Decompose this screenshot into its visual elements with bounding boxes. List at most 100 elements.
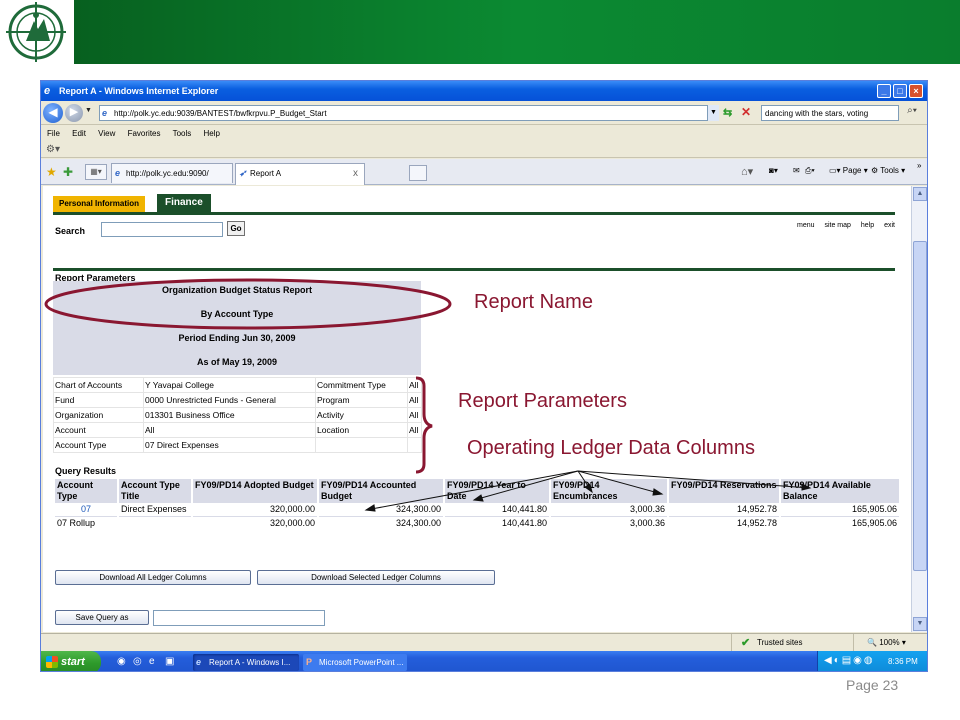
param-value-2: All (407, 422, 422, 438)
url-text: http://polk.yc.edu:9039/BANTEST/bwfkrpvu… (114, 109, 327, 118)
stop-icon[interactable]: ✕ (741, 105, 751, 119)
favorites-star-icon[interactable]: ★ (46, 165, 57, 179)
report-subtitle: By Account Type (200, 309, 274, 319)
quicklaunch-icon[interactable]: ◎ (133, 656, 142, 667)
system-tray: ◀◐▤◉◍ 8:36 PM (817, 651, 927, 671)
vertical-scrollbar[interactable]: ▲ ▼ (911, 186, 927, 632)
cell-account-type[interactable]: 07 (53, 503, 118, 517)
scroll-down-icon[interactable]: ▼ (913, 617, 927, 631)
search-value: dancing with the stars, voting (765, 109, 869, 118)
table-header-row: Account Type Account Type Title FY09/PD1… (53, 479, 899, 503)
param-label-2: Program (315, 392, 408, 408)
param-label-2: Activity (315, 407, 408, 423)
link-menu[interactable]: menu (797, 222, 815, 229)
cell-available: 165,905.06 (779, 516, 899, 530)
page-menu-label: Page (842, 166, 862, 175)
param-label: Organization (53, 407, 144, 423)
tab-report-a[interactable]: ➶ Report A x (235, 163, 365, 185)
link-help[interactable]: help (861, 222, 874, 229)
page-menu[interactable]: ▭▾ Page ▾ (829, 166, 868, 175)
mail-icon[interactable]: ✉ (793, 166, 800, 175)
download-all-button[interactable]: Download All Ledger Columns (55, 570, 251, 585)
menu-edit[interactable]: Edit (72, 129, 86, 138)
chevron-more-icon[interactable]: » (917, 161, 921, 170)
page-icon: ➶ (239, 168, 247, 178)
taskbar-item-powerpoint[interactable]: P Microsoft PowerPoint ... (303, 654, 407, 671)
param-value: All (143, 422, 316, 438)
new-tab-button[interactable] (409, 165, 427, 181)
tab-personal-information[interactable]: Personal Information (53, 196, 146, 212)
toolbar-options-icon[interactable]: ⚙▾ (46, 144, 60, 155)
save-query-button[interactable]: Save Query as (55, 610, 149, 625)
col-available-balance: FY09/PD14 Available Balance (779, 479, 899, 503)
account-type-link[interactable]: 07 (81, 504, 91, 514)
cell-rollup-label: 07 Rollup (53, 516, 118, 530)
quicklaunch-icon[interactable]: ◉ (117, 656, 126, 667)
menu-file[interactable]: File (47, 129, 60, 138)
param-value-2: All (407, 377, 422, 393)
url-dropdown-icon[interactable]: ▼ (707, 105, 719, 121)
close-window-button[interactable]: × (909, 84, 923, 98)
query-results-title: Query Results (55, 466, 117, 476)
minimize-button[interactable]: _ (877, 84, 891, 98)
param-row: Organization 013301 Business Office Acti… (53, 407, 422, 423)
taskbar-item-label: Microsoft PowerPoint ... (319, 658, 404, 667)
tools-menu[interactable]: ⚙ Tools ▾ (871, 166, 905, 175)
table-row-rollup: 07 Rollup 320,000.00 324,300.00 140,441.… (53, 516, 899, 530)
page-icon: e (115, 168, 121, 178)
quick-tabs-icon[interactable]: ▦▾ (85, 164, 107, 180)
table-row: 07 Direct Expenses 320,000.00 324,300.00… (53, 503, 899, 517)
start-button[interactable]: start (41, 651, 101, 671)
taskbar-item-report-a[interactable]: e Report A - Windows I... (193, 654, 299, 671)
history-dropdown-icon[interactable]: ▼ (85, 107, 92, 114)
url-input[interactable]: e http://polk.yc.edu:9039/BANTEST/bwfkrp… (99, 105, 719, 121)
param-value-2 (407, 437, 422, 453)
menu-help[interactable]: Help (204, 129, 220, 138)
cell-title: Direct Expenses (117, 503, 192, 517)
report-title: Organization Budget Status Report (161, 285, 312, 295)
status-divider (853, 634, 854, 652)
add-favorite-icon[interactable]: ✚ (63, 165, 73, 179)
cell-reservations: 14,952.78 (667, 503, 780, 517)
menu-tools[interactable]: Tools (173, 129, 192, 138)
link-site-map[interactable]: site map (824, 222, 850, 229)
home-icon[interactable]: ⌂▾ (741, 165, 753, 178)
ie-icon: e (44, 85, 51, 97)
forward-button[interactable]: ▶ (65, 104, 83, 122)
go-button[interactable]: Go (227, 221, 245, 236)
quicklaunch-ie-icon[interactable]: e (149, 656, 155, 667)
zoom-level[interactable]: 🔍 100% ▾ (867, 638, 906, 647)
col-accounted-budget: FY09/PD14 Accounted Budget (317, 479, 444, 503)
search-input[interactable]: dancing with the stars, voting (761, 105, 899, 121)
tray-icons[interactable]: ◀◐▤◉◍ (824, 655, 875, 666)
param-row: Account All Location All (53, 422, 422, 438)
tab-polk[interactable]: e http://polk.yc.edu:9090/ (111, 163, 233, 183)
link-exit[interactable]: exit (884, 222, 895, 229)
close-tab-icon[interactable]: x (353, 168, 358, 179)
col-year-to-date: FY09/PD14 Year to Date (443, 479, 550, 503)
download-selected-button[interactable]: Download Selected Ledger Columns (257, 570, 495, 585)
param-value: 013301 Business Office (143, 407, 316, 423)
page-search-input[interactable] (101, 222, 223, 237)
back-button[interactable]: ◀ (43, 103, 63, 123)
report-as-of: As of May 19, 2009 (196, 357, 278, 367)
tab-finance[interactable]: Finance (157, 194, 211, 212)
menu-favorites[interactable]: Favorites (128, 129, 161, 138)
feeds-icon[interactable]: ◙▾ (769, 166, 778, 175)
maximize-button[interactable]: □ (893, 84, 907, 98)
param-label: Account (53, 422, 144, 438)
window-titlebar: e Report A - Windows Internet Explorer _… (41, 81, 927, 101)
menu-view[interactable]: View (98, 129, 115, 138)
scroll-up-icon[interactable]: ▲ (913, 187, 927, 201)
annotation-ledger-columns: Operating Ledger Data Columns (467, 437, 755, 459)
search-icon[interactable]: ⌕▾ (901, 105, 923, 121)
nav-divider (53, 212, 895, 215)
refresh-icon[interactable]: ⇆ (723, 106, 732, 119)
quicklaunch-icon[interactable]: ▣ (165, 656, 174, 667)
param-value: 0000 Unrestricted Funds - General (143, 392, 316, 408)
utility-links: menu site map help exit (789, 222, 895, 229)
scroll-thumb[interactable] (913, 241, 927, 571)
save-query-input[interactable] (153, 610, 325, 626)
param-label: Fund (53, 392, 144, 408)
print-icon[interactable]: ⎙▾ (805, 166, 815, 176)
